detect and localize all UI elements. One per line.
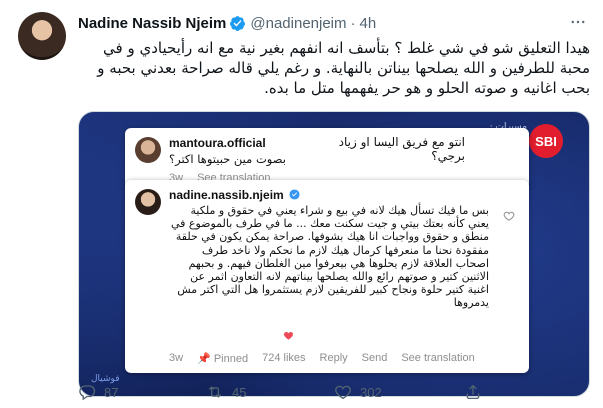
tweet-text: هيدا التعليق شو في شي غلط ؟ بتأسف انه ان… [97, 39, 590, 97]
share-button[interactable] [464, 383, 490, 401]
comment-question-line2: بصوت مين حبيتوها اكتر؟ [169, 152, 286, 166]
pinned-label: 📌 Pinned [197, 353, 249, 365]
reply-icon [79, 385, 96, 401]
separator-dot: · [350, 14, 356, 32]
author-name[interactable]: Nadine Nassib Njeim [78, 15, 226, 32]
tweet-actions-bar: 87 45 302 [78, 381, 590, 403]
likes-count: 724 likes [262, 352, 306, 364]
verified-icon [289, 189, 300, 200]
verified-badge-icon [229, 15, 246, 32]
reply-count: 87 [104, 384, 119, 400]
instagram-comment-reply: nadine.nassib.njeim بس ما فيك تسأل هيك ل… [125, 180, 529, 373]
sbi-logo: SBI [529, 124, 563, 158]
more-options-icon[interactable] [567, 12, 589, 32]
reply-age: 3w [169, 352, 184, 364]
tweet-time[interactable]: 4h [360, 15, 377, 32]
tweet-header: Nadine Nassib Njeim @nadinenjeim · 4h [78, 13, 376, 33]
author-handle[interactable]: @nadinenjeim [250, 15, 346, 32]
reply-avatar [135, 189, 161, 215]
avatar[interactable] [18, 12, 66, 60]
pinned-text: Pinned [213, 353, 249, 365]
reply-link: Reply [319, 352, 348, 364]
retweet-icon [208, 386, 222, 398]
comment-username-text: mantoura.official [169, 136, 266, 150]
comment-avatar [135, 137, 161, 163]
red-heart-icon [284, 332, 293, 340]
heart-outline-icon [503, 211, 515, 221]
share-icon [466, 384, 480, 400]
reply-username: nadine.nassib.njeim [169, 188, 300, 202]
reply-username-text: nadine.nassib.njeim [169, 188, 284, 202]
retweet-count: 45 [232, 384, 247, 400]
reply-button[interactable]: 87 [78, 383, 118, 401]
comment-username: mantoura.official [169, 136, 266, 150]
see-translation-link: See translation [401, 352, 475, 364]
send-link: Send [361, 352, 388, 364]
like-button[interactable]: 302 [334, 383, 382, 401]
retweet-button[interactable]: 45 [206, 383, 246, 401]
tweet[interactable]: Nadine Nassib Njeim @nadinenjeim · 4h هي… [0, 0, 603, 408]
heart-icon [335, 385, 351, 400]
like-count: 302 [360, 384, 382, 400]
tweet-media-image[interactable]: مسيرات · برامج · الكاتب اونلاين SBI فوشي… [78, 111, 590, 397]
reply-meta: 3w 📌 Pinned 724 likes Reply Send See tra… [169, 352, 475, 365]
reply-body: بس ما فيك تسأل هيك لانه في بيع و شراء يع… [170, 204, 489, 310]
